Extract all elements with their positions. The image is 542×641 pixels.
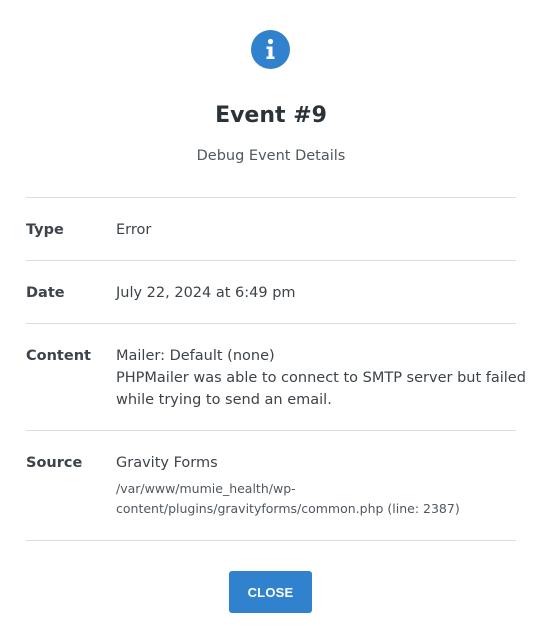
source-name: Gravity Forms <box>116 455 218 471</box>
event-details-modal: Event #9 Debug Event Details Type Error … <box>0 0 542 641</box>
type-value: Error <box>116 222 152 238</box>
source-value: Gravity Forms /var/www/mumie_health/wp- … <box>116 452 516 519</box>
info-glyph <box>266 38 275 59</box>
divider <box>26 323 516 324</box>
date-label: Date <box>26 285 65 301</box>
type-label: Type <box>26 222 64 238</box>
content-line: PHPMailer was able to connect to SMTP se… <box>116 370 526 386</box>
date-value: July 22, 2024 at 6:49 pm <box>116 285 296 301</box>
content-label: Content <box>26 348 91 364</box>
content-line: Mailer: Default (none) <box>116 348 275 364</box>
info-icon <box>251 30 290 69</box>
content-value: Mailer: Default (none) PHPMailer was abl… <box>116 345 526 411</box>
divider <box>26 540 516 541</box>
divider <box>26 430 516 431</box>
source-label: Source <box>26 455 83 471</box>
dialog-subtitle: Debug Event Details <box>196 148 346 164</box>
divider <box>26 197 516 198</box>
source-path-line: /var/www/mumie_health/wp- <box>116 481 296 496</box>
source-path-line: content/plugins/gravityforms/common.php … <box>116 501 460 516</box>
divider <box>26 260 516 261</box>
content-line: while trying to send an email. <box>116 392 332 408</box>
close-button[interactable]: CLOSE <box>229 571 312 613</box>
source-path: /var/www/mumie_health/wp- content/plugin… <box>116 479 516 519</box>
dialog-title: Event #9 <box>215 103 327 128</box>
